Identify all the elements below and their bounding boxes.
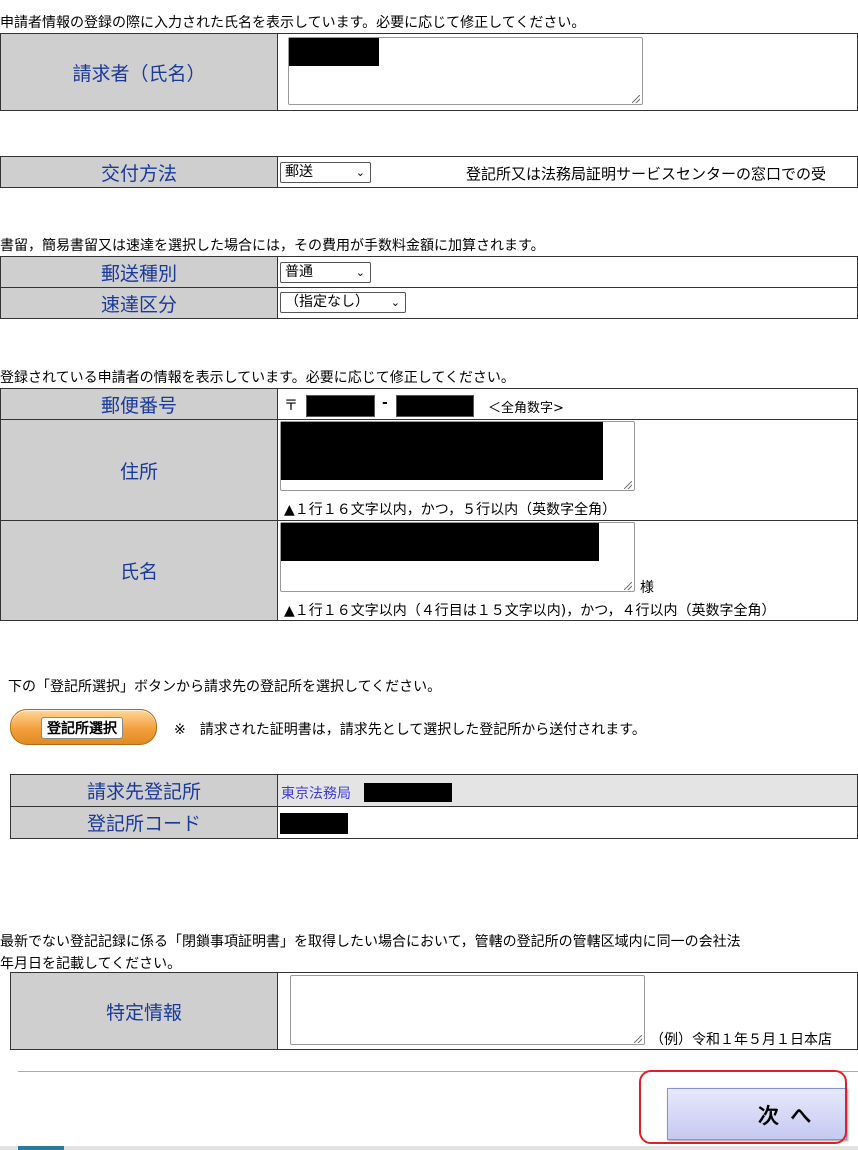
name-cell: 様 ▲１行１６文字以内（４行目は１５文字以内)，かつ，４行以内（英数字全角） (277, 520, 858, 621)
specific-example: （例）令和１年５月１日本店 (650, 1032, 832, 1048)
requester-cell (277, 33, 858, 111)
requester-note: 申請者情報の登録の際に入力された氏名を表示しています。必要に応じて修正してくださ… (0, 15, 586, 31)
address-label: 住所 (0, 419, 278, 521)
express-select[interactable]: （指定なし） ⌄ (280, 292, 406, 313)
postal-code-first-input[interactable] (306, 395, 375, 417)
resize-grip-icon[interactable] (624, 481, 632, 489)
applicant-note: 登録されている申請者の情報を表示しています。必要に応じて修正してください。 (0, 370, 515, 386)
specific-table: 特定情報 （例）令和１年５月１日本店 (10, 972, 858, 1050)
resize-grip-icon[interactable] (634, 1035, 642, 1043)
registry-instruction: 下の「登記所選択」ボタンから請求先の登記所を選択してください。 (8, 679, 442, 695)
applicant-table: 郵便番号 〒 - ＜全角数字> 住所 ▲１行１６文字以内，かつ，５行以内（英数字… (0, 388, 858, 621)
express-cell: （指定なし） ⌄ (277, 287, 858, 319)
specific-info-textarea[interactable] (290, 975, 645, 1045)
chevron-down-icon: ⌄ (355, 266, 365, 279)
delivery-selected-value: 郵送 (285, 164, 313, 180)
delivery-side-note: 登記所又は法務局証明サービスセンターの窓口での受 (466, 165, 827, 183)
taskbar-strip (0, 1146, 858, 1150)
mail-note: 書留，簡易書留又は速達を選択した場合には，その費用が手数料金額に加算されます。 (0, 238, 545, 254)
code-label: 登記所コード (10, 806, 278, 839)
address-textarea[interactable] (280, 421, 635, 491)
redacted-block (364, 783, 452, 802)
mail-table: 郵送種別 普通 ⌄ 速達区分 （指定なし） ⌄ (0, 256, 858, 319)
postal-hint: ＜全角数字> (488, 401, 564, 416)
redacted-block (281, 422, 603, 480)
highlight-outline (639, 1070, 847, 1144)
specific-note-line1: 最新でない登記記録に係る「閉鎖事項証明書」を取得したい場合において，管轄の登記所… (0, 934, 741, 950)
redacted-block (289, 38, 379, 66)
delivery-table: 交付方法 郵送 ⌄ 登記所又は法務局証明サービスセンターの窓口での受 (0, 156, 858, 188)
chevron-down-icon: ⌄ (355, 166, 365, 179)
specific-note-line2: 年月日を記載してください。 (0, 956, 182, 972)
mail-type-selected-value: 普通 (285, 264, 313, 280)
redacted-block (280, 813, 348, 834)
delivery-label: 交付方法 (0, 156, 278, 188)
address-hint: ▲１行１６文字以内，かつ，５行以内（英数字全角） (284, 502, 617, 518)
postal-label: 郵便番号 (0, 388, 278, 420)
taskbar-accent (18, 1146, 64, 1150)
express-label: 速達区分 (0, 287, 278, 319)
office-value: 東京法務局 (281, 786, 351, 802)
postal-mark: 〒 (284, 398, 298, 414)
mail-type-cell: 普通 ⌄ (277, 256, 858, 288)
registry-table: 請求先登記所 東京法務局 登記所コード (10, 774, 858, 839)
express-selected-value: （指定なし） (285, 294, 369, 310)
delivery-cell: 郵送 ⌄ 登記所又は法務局証明サービスセンターの窓口での受 (277, 156, 858, 188)
postal-cell: 〒 - ＜全角数字> (277, 388, 858, 420)
name-hint: ▲１行１６文字以内（４行目は１５文字以内)，かつ，４行以内（英数字全角） (284, 603, 776, 619)
specific-label: 特定情報 (10, 972, 278, 1050)
office-label: 請求先登記所 (10, 774, 278, 807)
name-label: 氏名 (0, 520, 278, 621)
address-cell: ▲１行１６文字以内，かつ，５行以内（英数字全角） (277, 419, 858, 521)
mail-type-label: 郵送種別 (0, 256, 278, 288)
registry-button-note: ※ 請求された証明書は，請求先として選択した登記所から送付されます。 (174, 722, 646, 738)
code-cell (277, 806, 858, 839)
name-textarea[interactable] (280, 522, 635, 592)
requester-name-textarea[interactable] (288, 37, 643, 105)
resize-grip-icon[interactable] (624, 582, 632, 590)
postal-dash: - (382, 395, 388, 411)
requester-table: 請求者（氏名） (0, 33, 858, 111)
specific-cell: （例）令和１年５月１日本店 (277, 972, 858, 1050)
delivery-method-select[interactable]: 郵送 ⌄ (280, 162, 371, 183)
resize-grip-icon[interactable] (632, 95, 640, 103)
mail-type-select[interactable]: 普通 ⌄ (280, 262, 371, 283)
office-cell: 東京法務局 (277, 774, 858, 807)
postal-code-second-input[interactable] (396, 395, 474, 417)
registry-select-button-label: 登記所選択 (41, 717, 123, 739)
name-suffix: 様 (640, 580, 654, 596)
registry-select-button[interactable]: 登記所選択 (10, 709, 157, 745)
redacted-block (281, 523, 599, 561)
chevron-down-icon: ⌄ (390, 296, 400, 309)
requester-label: 請求者（氏名） (0, 33, 278, 111)
